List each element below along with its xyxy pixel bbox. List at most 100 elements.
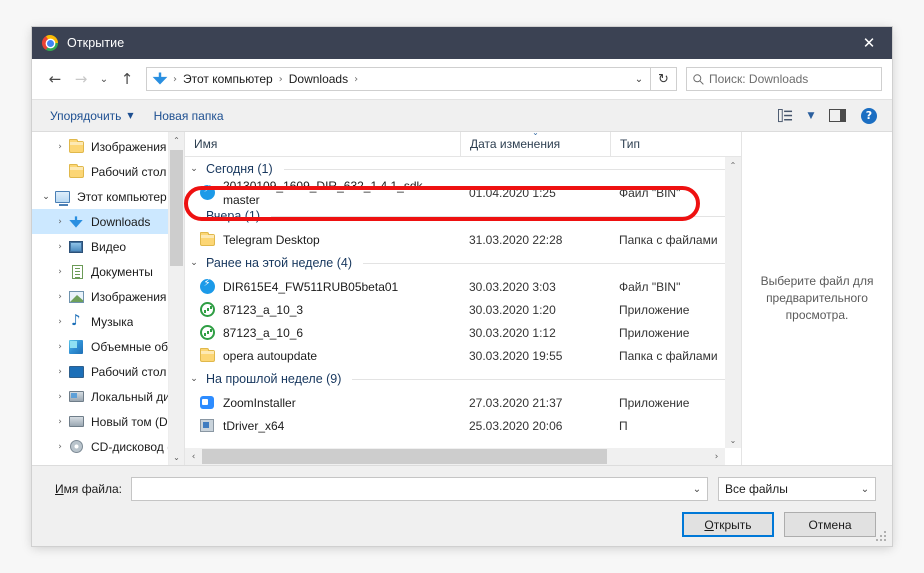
search-icon [687,73,709,86]
file-group-header[interactable]: ⌄ Сегодня (1) [185,157,741,181]
resize-grip[interactable] [876,531,888,543]
new-folder-button[interactable]: Новая папка [144,104,234,128]
file-group-header[interactable]: ⌄ Ранее на этой неделе (4) [185,251,741,275]
button-row: Открыть Отмена [48,512,876,537]
chevron-right-icon[interactable]: › [52,342,68,352]
sidebar-item-музыка[interactable]: › Музыка [32,309,184,334]
tree-scrollbar[interactable]: ⌃ ⌄ [168,132,184,465]
chevron-right-icon[interactable]: › [52,217,68,227]
chevron-right-icon[interactable]: › [52,417,68,427]
file-group-header[interactable]: ⌄ На прошлой неделе (9) [185,367,741,391]
view-options-chevron-down-icon[interactable]: ▼ [802,104,820,128]
back-button[interactable]: ← [42,66,68,92]
chevron-down-icon[interactable]: ⌄ [628,68,650,90]
sidebar-item-изображения[interactable]: › Изображения [32,134,184,159]
breadcrumb-item-1[interactable]: Downloads [286,72,351,86]
table-row[interactable]: 87123_a_10_3 30.03.2020 1:20 Приложение [185,298,741,321]
help-icon[interactable]: ? [854,104,884,128]
file-group-header[interactable]: ⌄ Вчера (1) [185,204,741,228]
address-bar[interactable]: › Этот компьютер › Downloads › ⌄ [146,67,651,91]
chevron-down-icon[interactable]: ⌄ [187,258,201,268]
command-toolbar: Упорядочить ▼ Новая папка ▼ ? [32,99,892,132]
view-options-icon[interactable] [770,104,800,128]
filename-label-rest: мя файла: [63,482,122,496]
sidebar-item-рабочий-стол[interactable]: › Рабочий стол [32,359,184,384]
organize-button[interactable]: Упорядочить ▼ [40,104,144,128]
table-row[interactable]: 20130109_1609_DIR_632_1.4.1_sdk-master 01… [185,179,741,207]
column-header-name[interactable]: Имя [185,132,460,156]
sidebar-item-label: Изображения [91,289,167,304]
chevron-right-icon[interactable]: › [52,367,68,377]
scroll-up-icon[interactable]: ⌃ [725,157,741,173]
filename-input[interactable]: ⌄ [131,477,708,501]
sidebar-item-downloads[interactable]: › Downloads [32,209,184,234]
scroll-up-icon[interactable]: ⌃ [169,132,184,148]
chevron-down-icon[interactable]: ⌄ [187,374,201,384]
breadcrumb-item-0[interactable]: Этот компьютер [180,72,276,86]
sidebar-item-label: Музыка [91,314,134,329]
chevron-right-icon[interactable]: › [52,292,68,302]
sidebar-item-видео[interactable]: › Видео [32,234,184,259]
group-divider [352,378,727,380]
chevron-down-icon[interactable]: ⌄ [187,164,201,174]
close-icon[interactable]: ✕ [846,27,892,59]
search-input[interactable]: Поиск: Downloads [709,72,808,86]
chevron-right-icon[interactable]: › [52,317,68,327]
filetype-select[interactable]: Все файлы ⌄ [718,477,876,501]
sidebar-item-label: Объемные объ [91,339,176,354]
table-row[interactable]: Telegram Desktop 31.03.2020 22:28 Папка с … [185,228,741,251]
hscroll-track[interactable] [202,448,708,465]
chevron-down-icon[interactable]: ⌄ [687,484,707,495]
sidebar-item-label: Новый том (D:) [91,414,175,429]
sidebar-item-объемные-объ[interactable]: › Объемные объ [32,334,184,359]
recent-locations-button[interactable]: ⌄ [94,66,114,92]
chevron-down-icon[interactable]: ⌄ [855,484,875,495]
file-date-cell: 31.03.2020 22:28 [469,232,563,247]
chevron-right-icon[interactable]: › [52,392,68,402]
chevron-right-icon[interactable]: › [52,142,68,152]
desktop-icon [68,364,84,380]
file-list-horizontal-scrollbar[interactable]: ‹ › [185,448,725,465]
column-header-type[interactable]: Тип [610,132,741,156]
sidebar-item-локальный-дис[interactable]: › Локальный дис [32,384,184,409]
sidebar-item-рабочий-стол[interactable]: Рабочий стол [32,159,184,184]
file-name-cell: tDriver_x64 [185,418,460,434]
hscroll-thumb[interactable] [202,449,607,464]
chevron-right-icon[interactable]: › [52,442,68,452]
file-name-cell: opera autoupdate [185,347,460,364]
forward-button[interactable]: → [68,66,94,92]
table-row[interactable]: ZoomInstaller 27.03.2020 21:37 Приложение [185,391,741,414]
table-row[interactable]: DIR615E4_FW511RUB05beta01 30.03.2020 3:03… [185,275,741,298]
search-box[interactable]: Поиск: Downloads [686,67,882,91]
sidebar-item-новый-том-d-[interactable]: › Новый том (D:) [32,409,184,434]
refresh-icon[interactable]: ↻ [651,67,677,91]
cancel-button[interactable]: Отмена [784,512,876,537]
table-row[interactable]: tDriver_x64 25.03.2020 20:06 П [185,414,741,437]
file-list-vertical-scrollbar[interactable]: ⌃ ⌄ [725,157,741,448]
sidebar-item-изображения[interactable]: › Изображения [32,284,184,309]
chevron-right-icon[interactable]: › [52,242,68,252]
file-list-panel: Имя ⌄ Дата изменения Тип ⌄ Сегодня (1) 201… [184,128,742,465]
table-row[interactable]: 87123_a_10_6 30.03.2020 1:12 Приложение [185,321,741,344]
chevron-down-icon[interactable]: ⌄ [38,192,54,202]
file-type-cell: Файл "BIN" [619,279,681,294]
sidebar-item-этот-компьютер[interactable]: ⌄ Этот компьютер [32,184,184,209]
sidebar-item-cd-дисковод-f[interactable]: › CD-дисковод (F [32,434,184,459]
up-button[interactable]: ↑ [114,66,140,92]
scroll-down-icon[interactable]: ⌄ [725,432,741,448]
chevron-down-icon: ▼ [127,111,134,120]
file-name-cell: 20130109_1609_DIR_632_1.4.1_sdk-master [185,179,460,207]
chevron-down-icon[interactable]: ⌄ [187,211,201,221]
scroll-right-icon[interactable]: › [708,448,725,465]
open-button[interactable]: Открыть [682,512,774,537]
file-type-cell: Приложение [619,395,690,410]
sidebar-item-label: Этот компьютер [77,189,167,204]
sidebar-item-документы[interactable]: › Документы [32,259,184,284]
preview-pane-icon[interactable] [822,104,852,128]
application-icon [199,325,215,341]
table-row[interactable]: opera autoupdate 30.03.2020 19:55 Папка с … [185,344,741,367]
chevron-right-icon[interactable]: › [52,267,68,277]
scroll-left-icon[interactable]: ‹ [185,448,202,465]
scroll-down-icon[interactable]: ⌄ [169,449,184,465]
column-header-date[interactable]: ⌄ Дата изменения [460,128,610,156]
